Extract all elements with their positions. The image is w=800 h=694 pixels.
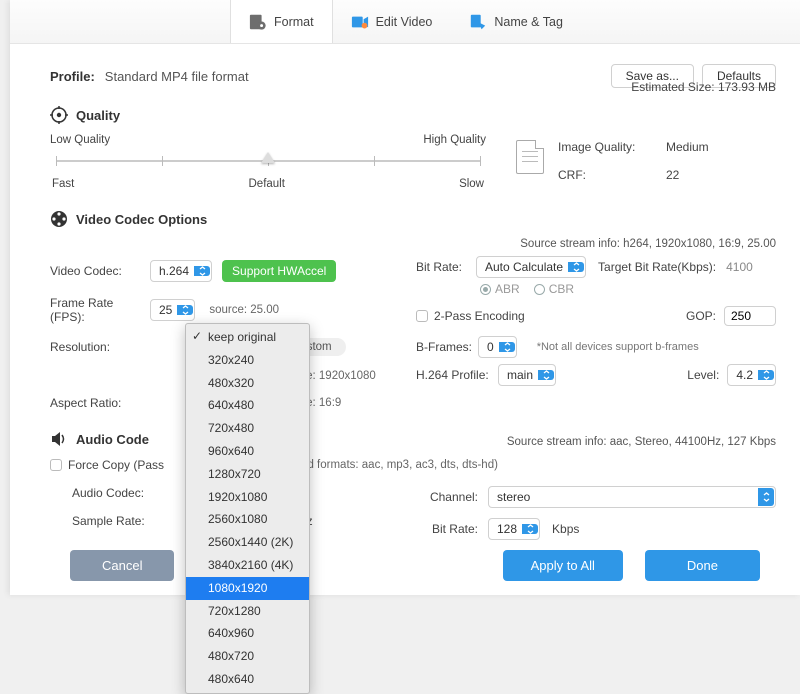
video-codec-select[interactable]: h.264 — [150, 264, 212, 278]
resolution-option[interactable]: 1920x1080 — [186, 486, 309, 509]
level-select[interactable]: 4.2 — [727, 368, 776, 382]
speaker-icon — [50, 430, 68, 448]
audio-formats-note: rted formats: aac, mp3, ac3, dts, dts-hd… — [294, 459, 498, 471]
quality-low-label: Low Quality — [50, 134, 110, 146]
hwaccel-badge: Support HWAccel — [222, 260, 336, 282]
film-icon — [50, 210, 68, 228]
speed-fast-label: Fast — [52, 178, 74, 190]
crf-label: CRF: — [558, 168, 648, 182]
audio-bitrate-select[interactable]: 128 — [488, 522, 540, 536]
resolution-option[interactable]: 960x640 — [186, 440, 309, 463]
tab-label: Format — [274, 15, 314, 29]
resolution-option[interactable]: 720x480 — [186, 417, 309, 440]
bframes-label: B-Frames: — [416, 340, 478, 354]
resolution-option[interactable]: 1080x1920 — [186, 577, 309, 600]
force-copy-checkbox[interactable] — [50, 459, 62, 471]
channel-select[interactable]: stereo — [488, 486, 776, 508]
audio-source-info: Source stream info: aac, Stereo, 44100Hz… — [50, 436, 776, 448]
gop-input[interactable] — [724, 306, 776, 326]
resolution-option[interactable]: 720x1280 — [186, 600, 309, 623]
channel-label: Channel: — [416, 490, 488, 504]
resolution-option[interactable]: 2560x1440 (2K) — [186, 531, 309, 554]
fps-label: Frame Rate (FPS): — [50, 296, 150, 324]
resolution-option[interactable]: 1280x720 — [186, 463, 309, 486]
audio-bitrate-unit: Kbps — [552, 522, 579, 536]
resolution-option[interactable]: 3840x2160 (4K) — [186, 554, 309, 577]
sample-rate-label: Sample Rate: — [72, 514, 158, 528]
bitrate-label: Bit Rate: — [416, 260, 476, 274]
audio-header-text: Audio Code — [76, 432, 149, 447]
document-icon — [516, 140, 544, 174]
crf-value: 22 — [666, 168, 679, 182]
video-source-info: Source stream info: h264, 1920x1080, 16:… — [50, 238, 776, 250]
resolution-option[interactable]: 640x960 — [186, 622, 309, 645]
cancel-button[interactable]: Cancel — [70, 550, 174, 581]
tab-edit-video[interactable]: Edit Video — [333, 0, 452, 43]
bframes-note: *Not all devices support b-frames — [537, 341, 699, 353]
gear-icon — [50, 106, 68, 124]
slider-thumb[interactable] — [261, 152, 275, 163]
resolution-dropdown[interactable]: keep original320x240480x320640x480720x48… — [185, 323, 310, 694]
speed-default-label: Default — [249, 178, 285, 190]
profile-value: Standard MP4 file format — [105, 69, 249, 84]
audio-codec-label: Audio Codec: — [72, 486, 158, 500]
force-copy-label: Force Copy (Pass — [68, 458, 164, 472]
quality-header: Quality — [50, 106, 776, 124]
tab-format[interactable]: Format — [230, 0, 333, 43]
quality-slider[interactable] — [56, 154, 480, 168]
bframes-select[interactable]: 0 — [478, 340, 517, 354]
fps-source: source: 25.00 — [209, 304, 279, 316]
resolution-option[interactable]: 480x720 — [186, 645, 309, 668]
resolution-option[interactable]: 480x320 — [186, 372, 309, 395]
h264-profile-label: H.264 Profile: — [416, 368, 498, 382]
speed-slow-label: Slow — [459, 178, 484, 190]
target-bitrate-label: Target Bit Rate(Kbps): — [598, 260, 716, 274]
image-quality-label: Image Quality: — [558, 140, 648, 154]
target-bitrate-value: 4100 — [726, 260, 753, 274]
two-pass-checkbox[interactable] — [416, 310, 428, 322]
resolution-option[interactable]: 320x240 — [186, 349, 309, 372]
tab-label: Edit Video — [376, 15, 433, 29]
abr-radio[interactable] — [480, 284, 491, 295]
tab-bar: Format Edit Video Name & Tag — [10, 0, 800, 44]
edit-video-icon — [351, 13, 369, 31]
aspect-ratio-label: Aspect Ratio: — [50, 396, 150, 410]
level-label: Level: — [687, 368, 719, 382]
gop-label: GOP: — [686, 309, 716, 323]
resolution-option[interactable]: keep original — [186, 326, 309, 349]
video-codec-label: Video Codec: — [50, 264, 150, 278]
cbr-radio[interactable] — [534, 284, 545, 295]
image-quality-value: Medium — [666, 140, 709, 154]
estimated-size: Estimated Size: 173.93 MB — [631, 80, 776, 94]
tab-name-tag[interactable]: Name & Tag — [451, 0, 582, 43]
video-codec-header: Video Codec Options — [50, 210, 776, 228]
profile-label: Profile: — [50, 69, 95, 84]
bitrate-select[interactable]: Auto Calculate — [476, 260, 586, 274]
resolution-option[interactable]: 640x480 — [186, 394, 309, 417]
format-icon — [249, 13, 267, 31]
resolution-option[interactable]: 2560x1080 — [186, 508, 309, 531]
resolution-option[interactable]: 480x640 — [186, 668, 309, 691]
resolution-label: Resolution: — [50, 340, 150, 354]
audio-bitrate-label: Bit Rate: — [416, 522, 488, 536]
fps-select[interactable]: 25 — [150, 303, 195, 317]
done-button[interactable]: Done — [645, 550, 760, 581]
quality-high-label: High Quality — [423, 134, 486, 146]
name-tag-icon — [469, 13, 487, 31]
tab-label: Name & Tag — [494, 15, 563, 29]
h264-profile-select[interactable]: main — [498, 368, 556, 382]
apply-to-all-button[interactable]: Apply to All — [503, 550, 623, 581]
two-pass-label: 2-Pass Encoding — [434, 309, 525, 323]
